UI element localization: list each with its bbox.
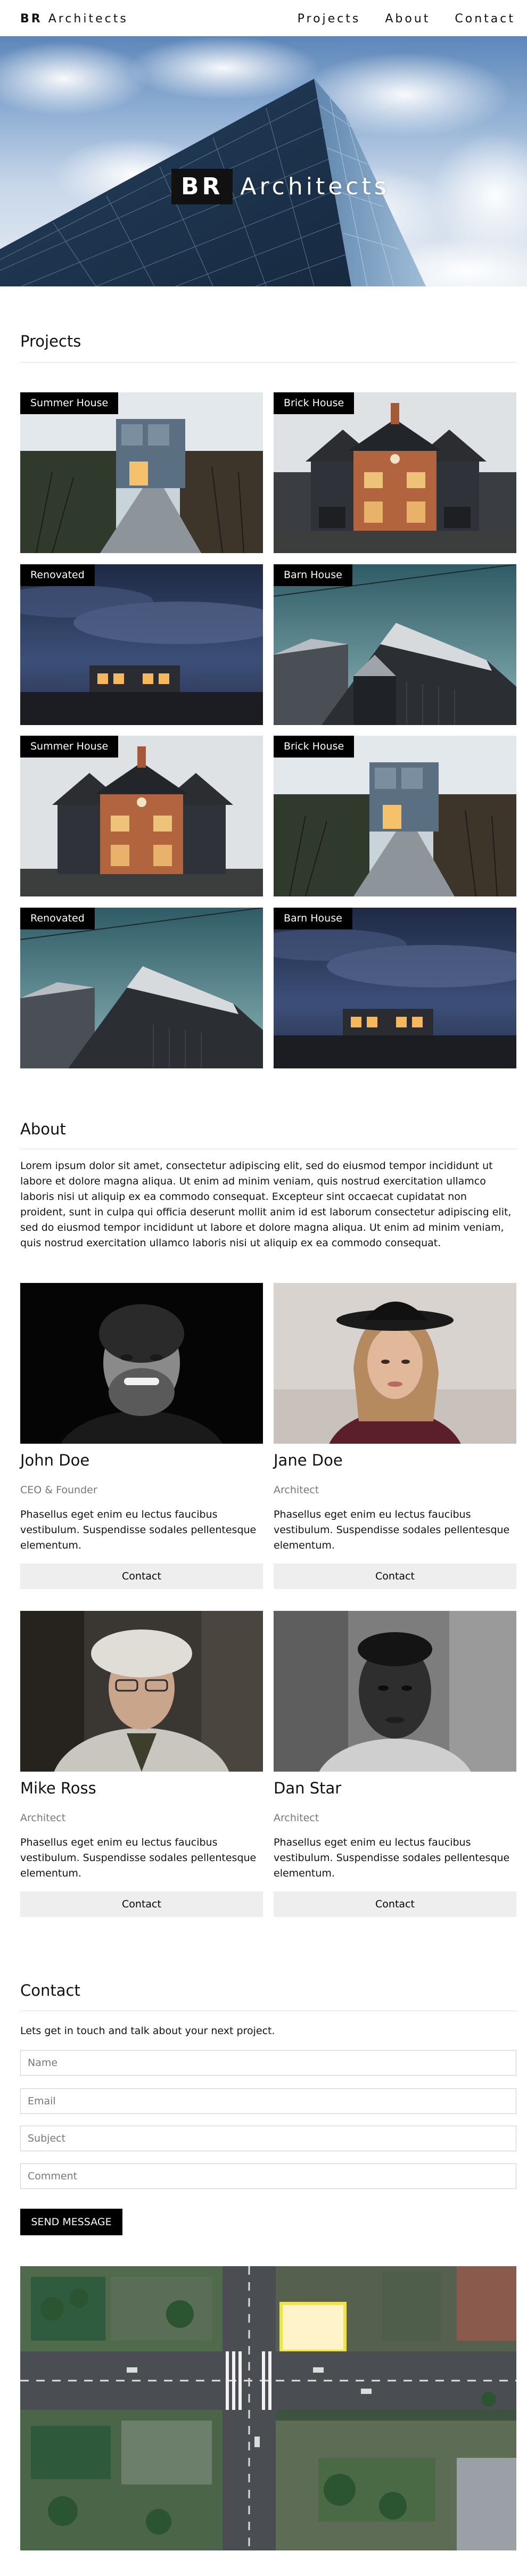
nav-link-projects[interactable]: Projects bbox=[298, 10, 361, 28]
aerial-city-photo bbox=[20, 2266, 516, 2550]
contact-button-mike-ross[interactable]: Contact bbox=[20, 1891, 263, 1917]
summer-house-image bbox=[20, 392, 263, 553]
project-card-barn-house-2[interactable]: Barn House bbox=[274, 908, 516, 1068]
top-navbar: BR Architects Projects About Contact bbox=[0, 0, 527, 36]
team-photo-jane-doe bbox=[274, 1283, 516, 1444]
brick-house-image bbox=[274, 392, 516, 553]
team-desc: Phasellus eget enim eu lectus faucibus v… bbox=[274, 1509, 510, 1551]
hero-title-bold: BR bbox=[171, 169, 233, 204]
team-name: Mike Ross bbox=[20, 1779, 96, 1797]
team-name: John Doe bbox=[20, 1451, 90, 1469]
project-card-brick-house[interactable]: Brick House bbox=[274, 392, 516, 553]
comment-field[interactable] bbox=[20, 2163, 516, 2189]
team-desc: Phasellus eget enim eu lectus faucibus v… bbox=[20, 1509, 257, 1551]
nav-link-contact[interactable]: Contact bbox=[455, 10, 515, 28]
brand-bold: BR bbox=[20, 12, 43, 26]
project-card-renovated-2[interactable]: Renovated bbox=[20, 908, 263, 1068]
barn-house-image bbox=[274, 564, 516, 725]
renovated-image bbox=[20, 564, 263, 725]
project-label: Barn House bbox=[274, 564, 352, 586]
renovated-2-image bbox=[20, 908, 263, 1068]
team-desc: Phasellus eget enim eu lectus faucibus v… bbox=[20, 1837, 257, 1879]
projects-heading: Projects bbox=[20, 332, 81, 350]
team-photo-john-doe bbox=[20, 1283, 263, 1444]
project-label: Summer House bbox=[20, 392, 119, 414]
hero-skyscraper-image bbox=[0, 36, 527, 286]
name-field[interactable] bbox=[20, 2050, 516, 2076]
project-label: Brick House bbox=[274, 736, 355, 758]
contact-button-dan-star[interactable]: Contact bbox=[274, 1891, 516, 1917]
contact-button-jane-doe[interactable]: Contact bbox=[274, 1563, 516, 1589]
portrait-john-doe bbox=[20, 1283, 263, 1444]
project-card-brick-house-2[interactable]: Brick House bbox=[274, 736, 516, 896]
page: BR Architects Projects About Contact BR … bbox=[0, 0, 527, 2576]
about-heading: About bbox=[20, 1120, 66, 1138]
brick-house-2-image bbox=[274, 736, 516, 896]
team-name: Jane Doe bbox=[274, 1451, 343, 1469]
team-role: Architect bbox=[274, 1484, 319, 1496]
aerial-city-image bbox=[20, 2266, 516, 2550]
send-message-button[interactable]: SEND MESSAGE bbox=[20, 2209, 122, 2235]
about-text: Lorem ipsum dolor sit amet, consectetur … bbox=[20, 1160, 512, 1249]
team-role: Architect bbox=[274, 1812, 319, 1824]
subject-field[interactable] bbox=[20, 2126, 516, 2151]
contact-lead-text: Lets get in touch and talk about your ne… bbox=[20, 2025, 275, 2037]
nav-link-about[interactable]: About bbox=[385, 10, 430, 28]
project-label: Renovated bbox=[20, 908, 95, 929]
brand-logo[interactable]: BR Architects bbox=[20, 10, 128, 28]
project-card-barn-house[interactable]: Barn House bbox=[274, 564, 516, 725]
hero-title-text: Architects bbox=[240, 172, 390, 200]
project-label: Summer House bbox=[20, 736, 119, 758]
portrait-jane-doe bbox=[274, 1283, 516, 1444]
nav-links: Projects About Contact bbox=[298, 10, 515, 28]
team-desc: Phasellus eget enim eu lectus faucibus v… bbox=[274, 1837, 510, 1879]
contact-heading: Contact bbox=[20, 1981, 80, 1999]
project-card-renovated[interactable]: Renovated bbox=[20, 564, 263, 725]
email-field[interactable] bbox=[20, 2088, 516, 2114]
hero-banner: BR Architects bbox=[0, 36, 527, 286]
team-name: Dan Star bbox=[274, 1779, 342, 1797]
project-card-summer-house[interactable]: Summer House bbox=[20, 392, 263, 553]
project-label: Barn House bbox=[274, 908, 352, 929]
team-photo-dan-star bbox=[274, 1611, 516, 1772]
team-photo-mike-ross bbox=[20, 1611, 263, 1772]
contact-button-john-doe[interactable]: Contact bbox=[20, 1563, 263, 1589]
projects-divider bbox=[20, 362, 516, 363]
barn-house-2-image bbox=[274, 908, 516, 1068]
team-role: Architect bbox=[20, 1812, 66, 1824]
project-label: Brick House bbox=[274, 392, 355, 414]
project-card-summer-house-2[interactable]: Summer House bbox=[20, 736, 263, 896]
summer-house-2-image bbox=[20, 736, 263, 896]
portrait-mike-ross bbox=[20, 1611, 263, 1772]
portrait-dan-star bbox=[274, 1611, 516, 1772]
team-role: CEO & Founder bbox=[20, 1484, 97, 1496]
brand-text: Architects bbox=[48, 12, 128, 26]
hero-title: BR Architects bbox=[171, 169, 390, 204]
project-label: Renovated bbox=[20, 564, 95, 586]
